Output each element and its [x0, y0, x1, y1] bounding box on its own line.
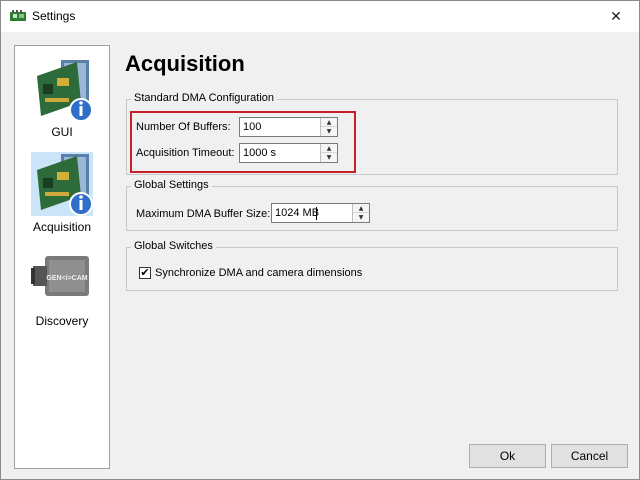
max-dma-value: 1024 MB — [275, 207, 320, 219]
ok-button[interactable]: Ok — [469, 444, 546, 468]
cancel-button-label: Cancel — [570, 449, 609, 463]
genicam-logo-text: GEN<i>CAM — [46, 275, 87, 282]
checkmark-icon: ✔ — [140, 266, 150, 279]
page-title: Acquisition — [125, 51, 245, 76]
group-title: Standard DMA Configuration — [131, 92, 278, 104]
sync-checkbox[interactable]: ✔ — [139, 267, 151, 279]
sidebar-item-label: Acquisition — [32, 220, 92, 234]
arrow-up-icon: ▲ — [358, 204, 364, 212]
title-bar: Settings ✕ — [1, 1, 639, 32]
sidebar-item-discovery[interactable]: GEN<i>CAM Discovery — [15, 252, 109, 334]
network-card-info-icon — [31, 152, 93, 216]
text-cursor — [316, 207, 317, 220]
sidebar-item-label: Discovery — [35, 314, 89, 328]
genicam-camera-icon: GEN<i>CAM — [31, 256, 89, 296]
spin-down-button[interactable]: ▼ — [353, 213, 369, 222]
highlight-box — [130, 111, 356, 173]
ok-button-label: Ok — [499, 449, 516, 463]
group-title: Global Switches — [131, 240, 216, 252]
sidebar-item-acquisition[interactable]: Acquisition — [15, 152, 109, 240]
window-title: Settings — [32, 9, 76, 23]
app-icon — [10, 10, 26, 21]
arrow-down-icon: ▼ — [358, 214, 364, 221]
settings-dialog: Settings ✕ GUI Acquisition GEN<i>CAM Dis… — [0, 0, 640, 480]
network-card-info-icon — [37, 60, 93, 122]
settings-sidebar: GUI Acquisition GEN<i>CAM Discovery — [14, 45, 110, 469]
max-dma-spinbox[interactable]: 1024 MB ▲ ▼ — [271, 203, 370, 223]
close-button[interactable]: ✕ — [593, 1, 639, 32]
spin-up-button[interactable]: ▲ — [353, 204, 369, 213]
sidebar-item-label: GUI — [51, 125, 73, 139]
sync-label[interactable]: Synchronize DMA and camera dimensions — [155, 267, 362, 279]
cancel-button[interactable]: Cancel — [551, 444, 628, 468]
close-icon: ✕ — [610, 8, 622, 25]
group-title: Global Settings — [131, 179, 212, 191]
sidebar-item-gui[interactable]: GUI — [15, 58, 109, 146]
max-dma-label: Maximum DMA Buffer Size: — [136, 208, 271, 220]
